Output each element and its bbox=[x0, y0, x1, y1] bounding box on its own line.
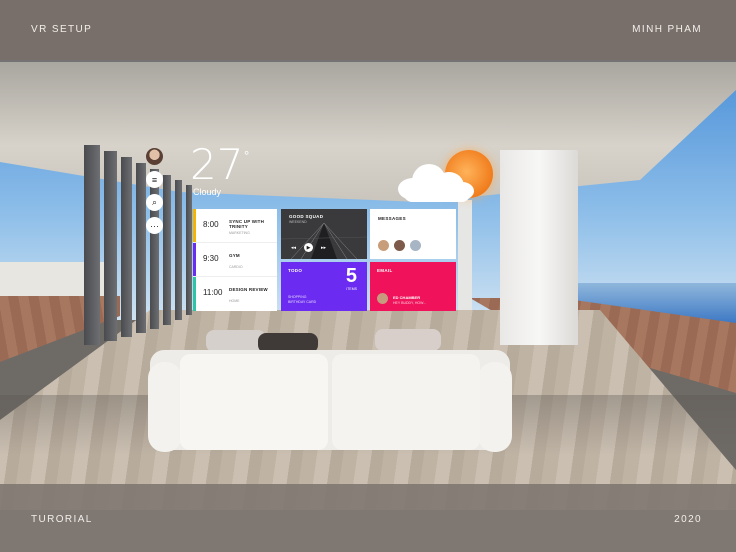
fin bbox=[186, 185, 192, 315]
fin bbox=[163, 175, 171, 325]
pillow bbox=[375, 329, 441, 351]
vr-scene bbox=[0, 0, 736, 552]
fin bbox=[121, 157, 132, 337]
side-dock: ≡ ⌕ ··· bbox=[146, 148, 164, 240]
white-pillar bbox=[458, 200, 472, 310]
previous-icon[interactable]: ◂◂ bbox=[289, 243, 298, 252]
email-preview: HEY BUDDY, HOW... bbox=[393, 301, 427, 305]
schedule-sub: MARKETING bbox=[229, 231, 250, 235]
fin bbox=[84, 145, 100, 345]
schedule-time: 9:30 bbox=[203, 254, 219, 263]
todo-item: BIRTHDAY CARD bbox=[288, 299, 317, 304]
schedule-panel[interactable]: 8:00 SYNC UP WITH TRINITY MARKETING 9:30… bbox=[193, 209, 277, 311]
schedule-color-bar bbox=[193, 277, 196, 311]
fin bbox=[175, 180, 182, 320]
menu-icon[interactable]: ≡ bbox=[146, 171, 163, 188]
play-icon[interactable]: ▶ bbox=[304, 243, 313, 252]
sofa-cushion bbox=[332, 354, 480, 450]
footer-label: TURORIAL bbox=[31, 514, 93, 525]
weather-unit: ° bbox=[244, 148, 250, 163]
search-icon[interactable]: ⌕ bbox=[146, 194, 163, 211]
schedule-time: 11:00 bbox=[203, 288, 223, 297]
todo-items: SHOPPING BIRTHDAY CARD bbox=[288, 295, 316, 305]
fin bbox=[136, 163, 146, 333]
author-name: MINH PHAM bbox=[632, 24, 702, 35]
weather-temperature: 27 bbox=[190, 140, 244, 189]
bottom-bar bbox=[0, 484, 736, 552]
weather-condition: Cloudy bbox=[193, 187, 222, 197]
music-title: GOOD SQUAD bbox=[289, 214, 324, 219]
white-wall bbox=[500, 150, 578, 345]
schedule-item[interactable]: 11:00 DESIGN REVIEW HOME bbox=[193, 277, 277, 311]
music-controls: ◂◂ ▶ ▸▸ bbox=[289, 243, 328, 252]
more-icon[interactable]: ··· bbox=[146, 217, 163, 234]
messages-title: MESSAGES bbox=[378, 216, 406, 221]
todo-count: 5 bbox=[345, 265, 357, 287]
top-bar bbox=[0, 0, 736, 62]
fin bbox=[104, 151, 117, 341]
music-artist: WEEKEND bbox=[289, 220, 307, 224]
avatar[interactable] bbox=[410, 240, 421, 251]
email-sender: ED CHAMBER bbox=[393, 295, 421, 300]
avatar[interactable] bbox=[378, 240, 389, 251]
todo-unit: ITEMS bbox=[346, 287, 357, 291]
schedule-item[interactable]: 8:00 SYNC UP WITH TRINITY MARKETING bbox=[193, 209, 277, 243]
cloud-icon bbox=[398, 158, 476, 204]
schedule-color-bar bbox=[193, 243, 196, 276]
todo-title: TODO bbox=[288, 268, 303, 273]
message-avatars bbox=[378, 240, 421, 251]
footer-year: 2020 bbox=[674, 514, 702, 525]
schedule-sub: HOME bbox=[229, 299, 240, 303]
messages-panel[interactable]: MESSAGES bbox=[370, 209, 456, 259]
next-icon[interactable]: ▸▸ bbox=[319, 243, 328, 252]
sofa-cushion bbox=[180, 354, 328, 450]
avatar[interactable] bbox=[146, 148, 163, 165]
schedule-title: GYM bbox=[229, 253, 240, 258]
email-panel[interactable]: EMAIL ED CHAMBER HEY BUDDY, HOW... bbox=[370, 262, 456, 311]
schedule-color-bar bbox=[193, 209, 196, 242]
avatar[interactable] bbox=[394, 240, 405, 251]
project-title: VR SETUP bbox=[31, 24, 93, 35]
music-panel[interactable]: GOOD SQUAD WEEKEND ◂◂ ▶ ▸▸ bbox=[281, 209, 367, 259]
todo-panel[interactable]: TODO 5 ITEMS SHOPPING BIRTHDAY CARD bbox=[281, 262, 367, 311]
avatar bbox=[377, 293, 388, 304]
schedule-time: 8:00 bbox=[203, 220, 219, 229]
schedule-title: DESIGN REVIEW bbox=[229, 287, 268, 292]
sofa-arm bbox=[478, 362, 512, 452]
schedule-title: SYNC UP WITH TRINITY bbox=[229, 219, 265, 230]
schedule-item[interactable]: 9:30 GYM CARDIO bbox=[193, 243, 277, 277]
sofa-arm bbox=[148, 362, 182, 452]
schedule-sub: CARDIO bbox=[229, 265, 243, 269]
pillow bbox=[206, 330, 266, 352]
email-title: EMAIL bbox=[377, 268, 393, 273]
